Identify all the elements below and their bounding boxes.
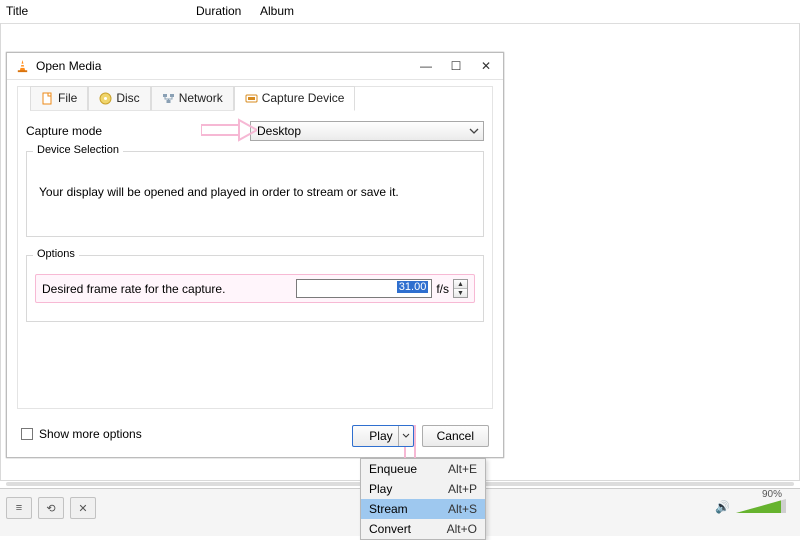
play-dropdown-button[interactable]	[398, 426, 413, 446]
network-icon	[162, 92, 175, 105]
tab-file[interactable]: File	[30, 86, 88, 111]
maximize-button[interactable]: ☐	[441, 55, 471, 77]
fps-unit: f/s	[436, 282, 449, 296]
speaker-icon: 🔊	[715, 500, 730, 514]
col-title[interactable]: Title	[6, 4, 196, 23]
capture-mode-select[interactable]: Desktop	[250, 121, 484, 141]
playlist-columns: Title Duration Album	[0, 0, 800, 24]
capture-mode-value: Desktop	[257, 124, 301, 138]
tab-network[interactable]: Network	[151, 86, 234, 111]
tab-capture-device[interactable]: Capture Device	[234, 86, 356, 111]
disc-icon	[99, 92, 112, 105]
spinner-up-icon[interactable]: ▲	[454, 280, 467, 289]
vlc-cone-icon	[15, 59, 30, 74]
dialog-body: File Disc Network Capture Device Capture…	[17, 86, 493, 409]
dialog-titlebar[interactable]: Open Media ― ☐ ✕	[7, 53, 503, 80]
playlist-button[interactable]: ≡	[6, 497, 32, 519]
fps-input[interactable]: 31.00	[296, 279, 432, 298]
menu-stream[interactable]: StreamAlt+S	[361, 499, 485, 519]
cancel-button[interactable]: Cancel	[422, 425, 489, 447]
col-album[interactable]: Album	[260, 4, 320, 23]
tab-disc[interactable]: Disc	[88, 86, 150, 111]
loop-button[interactable]: ⟲	[38, 497, 64, 519]
col-duration[interactable]: Duration	[196, 4, 260, 23]
options-legend: Options	[33, 248, 79, 260]
spinner-down-icon[interactable]: ▼	[454, 289, 467, 297]
dialog-title: Open Media	[36, 59, 411, 73]
fps-spinner[interactable]: ▲ ▼	[453, 279, 468, 298]
menu-convert[interactable]: ConvertAlt+O	[361, 519, 485, 539]
chevron-down-icon	[469, 125, 479, 139]
device-selection-legend: Device Selection	[33, 144, 123, 156]
file-icon	[41, 92, 54, 105]
tab-bar: File Disc Network Capture Device	[30, 86, 355, 111]
play-dropdown-menu: EnqueueAlt+E PlayAlt+P StreamAlt+S Conve…	[360, 458, 486, 540]
fps-value: 31.00	[397, 281, 429, 293]
menu-enqueue[interactable]: EnqueueAlt+E	[361, 459, 485, 479]
fps-row: Desired frame rate for the capture. 31.0…	[35, 274, 475, 303]
annotation-arrow-capture-mode	[201, 118, 257, 142]
open-media-dialog: Open Media ― ☐ ✕ File Disc Network Captu…	[6, 52, 504, 458]
show-more-checkbox[interactable]	[21, 428, 33, 440]
tab-content: Capture mode Desktop Device Selection Yo…	[26, 113, 484, 402]
volume-percent: 90%	[762, 489, 782, 500]
device-selection-message: Your display will be opened and played i…	[37, 185, 399, 199]
show-more-label: Show more options	[39, 427, 142, 441]
device-selection-group: Device Selection Your display will be op…	[26, 151, 484, 237]
volume-control[interactable]: 🔊	[715, 499, 786, 515]
close-button[interactable]: ✕	[471, 55, 501, 77]
menu-play[interactable]: PlayAlt+P	[361, 479, 485, 499]
fps-label: Desired frame rate for the capture.	[42, 282, 262, 296]
show-more-options-row[interactable]: Show more options	[21, 427, 142, 441]
capture-icon	[245, 92, 258, 105]
volume-slider[interactable]	[736, 499, 786, 515]
capture-mode-label: Capture mode	[26, 124, 186, 138]
chevron-down-icon	[402, 432, 410, 440]
options-group: Options Desired frame rate for the captu…	[26, 255, 484, 322]
shuffle-button[interactable]: ✕	[70, 497, 96, 519]
play-button[interactable]: Play	[352, 425, 413, 447]
minimize-button[interactable]: ―	[411, 55, 441, 77]
